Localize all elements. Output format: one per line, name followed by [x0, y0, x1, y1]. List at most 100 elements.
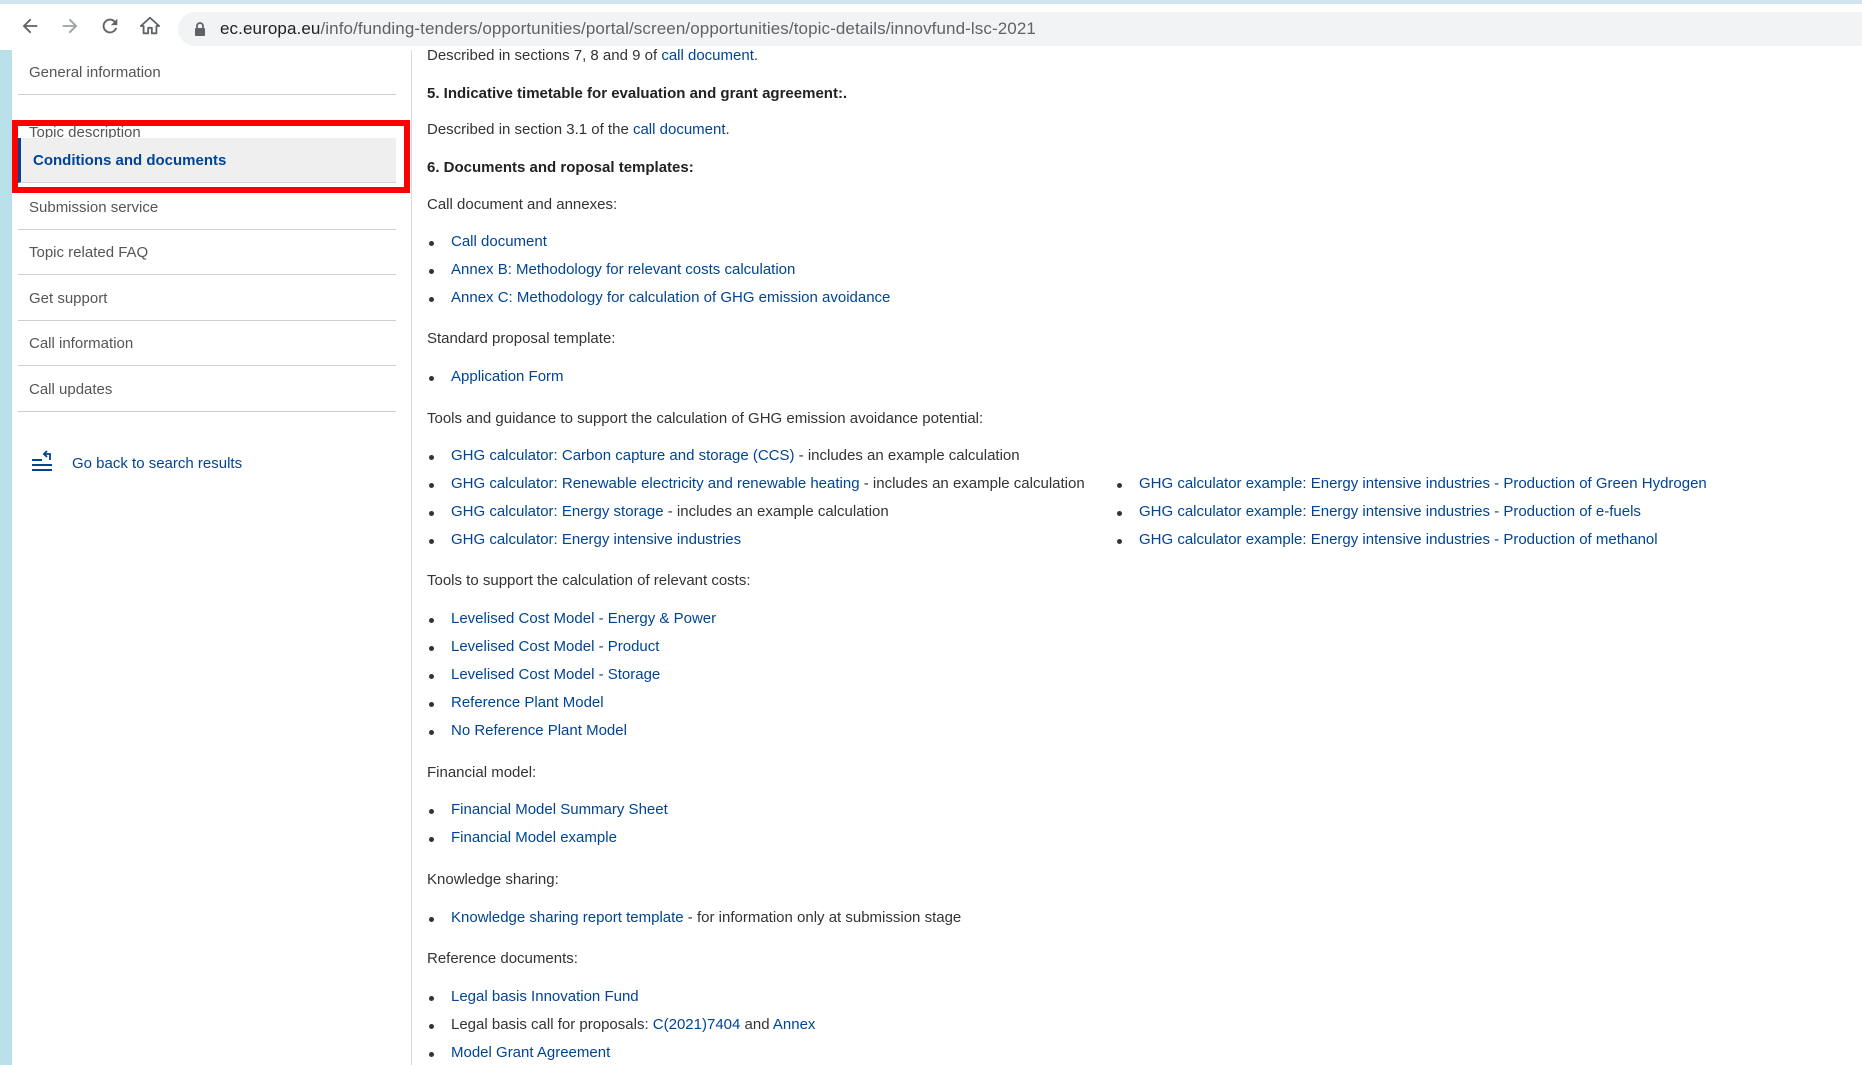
- call-c2021-link[interactable]: C(2021)7404: [653, 1016, 741, 1033]
- standard-template-label: Standard proposal template:: [427, 330, 616, 347]
- sidebar-item-label: Call information: [29, 334, 134, 352]
- call-doc-annexes-label: Call document and annexes:: [427, 196, 618, 213]
- sidebar-item-label: Submission service: [29, 198, 159, 216]
- sidebar-item-general-information[interactable]: General information: [18, 50, 396, 95]
- sidebar: General information Topic description Co…: [12, 50, 412, 1065]
- sidebar-item-label: Conditions and documents: [33, 151, 227, 169]
- lcm-storage-link[interactable]: Levelised Cost Model - Storage: [451, 666, 660, 683]
- text: Described in sections 7, 8 and 9 of: [427, 47, 662, 64]
- ghg-renewable-link[interactable]: GHG calculator: Renewable electricity an…: [451, 475, 860, 492]
- list-item: Application Form: [429, 368, 564, 385]
- sidebar-item-get-support[interactable]: Get support: [18, 276, 396, 321]
- list-item: Financial Model Summary Sheet: [429, 801, 668, 818]
- text: - for information only at submission sta…: [683, 909, 962, 926]
- list-item: Model Grant Agreement: [428, 1044, 610, 1061]
- annex-b-link[interactable]: Annex B: Methodology for relevant costs …: [451, 261, 795, 278]
- ghg-ccs-link[interactable]: GHG calculator: Carbon capture and stora…: [451, 447, 794, 464]
- text: and: [740, 1016, 773, 1033]
- text: - includes an example calculation: [663, 503, 889, 520]
- sidebar-item-conditions-and-documents[interactable]: Conditions and documents: [18, 138, 396, 183]
- financial-label: Financial model:: [427, 764, 537, 781]
- annex-link[interactable]: Annex: [773, 1016, 816, 1033]
- sidebar-item-label: Get support: [29, 289, 108, 307]
- page: General information Topic description Co…: [12, 47, 1862, 1065]
- call-document-item-link[interactable]: Call document: [451, 233, 547, 250]
- list-item: Reference Plant Model: [429, 694, 604, 711]
- financial-example-link[interactable]: Financial Model example: [451, 829, 617, 846]
- arrow-left-icon: [22, 18, 38, 34]
- sidebar-item-call-information[interactable]: Call information: [18, 321, 396, 366]
- heading-documents: 6. Documents and roposal templates:: [427, 159, 694, 176]
- text: .: [753, 47, 759, 64]
- knowledge-template-link[interactable]: Knowledge sharing report template: [451, 909, 684, 926]
- list-item: Levelised Cost Model - Product: [428, 638, 659, 655]
- list-item: Financial Model example: [429, 829, 617, 846]
- heading-timetable: 5. Indicative timetable for evaluation a…: [427, 85, 848, 102]
- call-document-link-2[interactable]: call document: [633, 121, 726, 138]
- financial-summary-link[interactable]: Financial Model Summary Sheet: [451, 801, 668, 818]
- legal-basis-if-link[interactable]: Legal basis Innovation Fund: [451, 988, 639, 1005]
- lock-icon: [195, 22, 205, 36]
- forward-button[interactable]: [50, 6, 90, 46]
- costs-tools-label: Tools to support the calculation of rele…: [427, 572, 751, 589]
- sidebar-item-topic-description[interactable]: Topic description: [18, 95, 396, 141]
- sidebar-item-submission-service[interactable]: Submission service: [18, 185, 396, 230]
- back-button[interactable]: [10, 6, 50, 46]
- home-button[interactable]: [130, 6, 170, 46]
- list-item: Call document: [429, 233, 547, 250]
- list-item: GHG calculator: Carbon capture and stora…: [429, 447, 1020, 464]
- sidebar-item-label: Topic related FAQ: [29, 243, 149, 261]
- ghg-energy-intensive-link[interactable]: GHG calculator: Energy intensive industr…: [451, 531, 741, 548]
- list-item: GHG calculator example: Energy intensive…: [1117, 503, 1641, 520]
- browser-toolbar: ec.europa.eu/info/funding-tenders/opport…: [0, 0, 1862, 50]
- sidebar-item-label: General information: [29, 63, 161, 81]
- ghg-tools-label: Tools and guidance to support the calcul…: [427, 410, 984, 427]
- sidebar-item-call-updates[interactable]: Call updates: [18, 367, 396, 412]
- back-link-label: Go back to search results: [72, 454, 243, 472]
- list-item: GHG calculator: Energy storage - include…: [429, 503, 889, 520]
- list-item: GHG calculator example: Energy intensive…: [1117, 475, 1707, 492]
- text: .: [725, 121, 730, 138]
- described-sections-789: Described in sections 7, 8 and 9 of call…: [427, 47, 758, 64]
- list-item: Annex B: Methodology for relevant costs …: [428, 261, 795, 278]
- arrow-right-icon: [62, 18, 78, 34]
- list-item: Annex C: Methodology for calculation of …: [428, 289, 890, 306]
- list-item: GHG calculator: Renewable electricity an…: [429, 475, 1085, 492]
- list-item: Levelised Cost Model - Storage: [428, 666, 660, 683]
- url-text: ec.europa.eu/info/funding-tenders/opport…: [220, 19, 1036, 38]
- reload-button[interactable]: [90, 6, 130, 46]
- model-grant-agreement-link[interactable]: Model Grant Agreement: [451, 1044, 610, 1061]
- list-item: Knowledge sharing report template - for …: [428, 909, 962, 926]
- main-content: Described in sections 7, 8 and 9 of call…: [427, 47, 1857, 1065]
- lcm-energy-power-link[interactable]: Levelised Cost Model - Energy & Power: [451, 610, 716, 627]
- reload-icon: [102, 18, 118, 34]
- list-item: No Reference Plant Model: [429, 722, 627, 739]
- ghg-example-methanol-link[interactable]: GHG calculator example: Energy intensive…: [1139, 531, 1658, 548]
- knowledge-label: Knowledge sharing:: [427, 871, 559, 888]
- described-section-31: Described in section 3.1 of the call doc…: [427, 121, 730, 138]
- list-item: GHG calculator: Energy intensive industr…: [428, 531, 741, 548]
- reference-plant-model-link[interactable]: Reference Plant Model: [451, 694, 604, 711]
- list-item: Levelised Cost Model - Energy & Power: [428, 610, 716, 627]
- application-form-link[interactable]: Application Form: [451, 368, 564, 385]
- lcm-product-link[interactable]: Levelised Cost Model - Product: [451, 638, 659, 655]
- list-item: Legal basis Innovation Fund: [429, 988, 639, 1005]
- text: Described in section 3.1 of the: [427, 121, 633, 138]
- text: - includes an example calculation: [859, 475, 1085, 492]
- list-item: GHG calculator example: Energy intensive…: [1117, 531, 1658, 548]
- home-icon: [139, 16, 161, 35]
- ghg-storage-link[interactable]: GHG calculator: Energy storage: [451, 503, 664, 520]
- back-to-search-link[interactable]: Go back to search results: [30, 450, 242, 476]
- text: - includes an example calculation: [794, 447, 1020, 464]
- sidebar-item-label: Call updates: [29, 380, 113, 398]
- reference-label: Reference documents:: [427, 950, 578, 967]
- list-back-icon: [32, 450, 52, 471]
- sidebar-item-topic-related-faq[interactable]: Topic related FAQ: [18, 230, 396, 275]
- call-document-link[interactable]: call document: [661, 47, 754, 64]
- text: Legal basis call for proposals:: [451, 1016, 653, 1033]
- no-reference-plant-model-link[interactable]: No Reference Plant Model: [451, 722, 627, 739]
- annex-c-link[interactable]: Annex C: Methodology for calculation of …: [451, 289, 890, 306]
- ghg-example-efuels-link[interactable]: GHG calculator example: Energy intensive…: [1139, 503, 1641, 520]
- ghg-example-hydrogen-link[interactable]: GHG calculator example: Energy intensive…: [1139, 475, 1707, 492]
- address-bar[interactable]: ec.europa.eu/info/funding-tenders/opport…: [178, 12, 1862, 46]
